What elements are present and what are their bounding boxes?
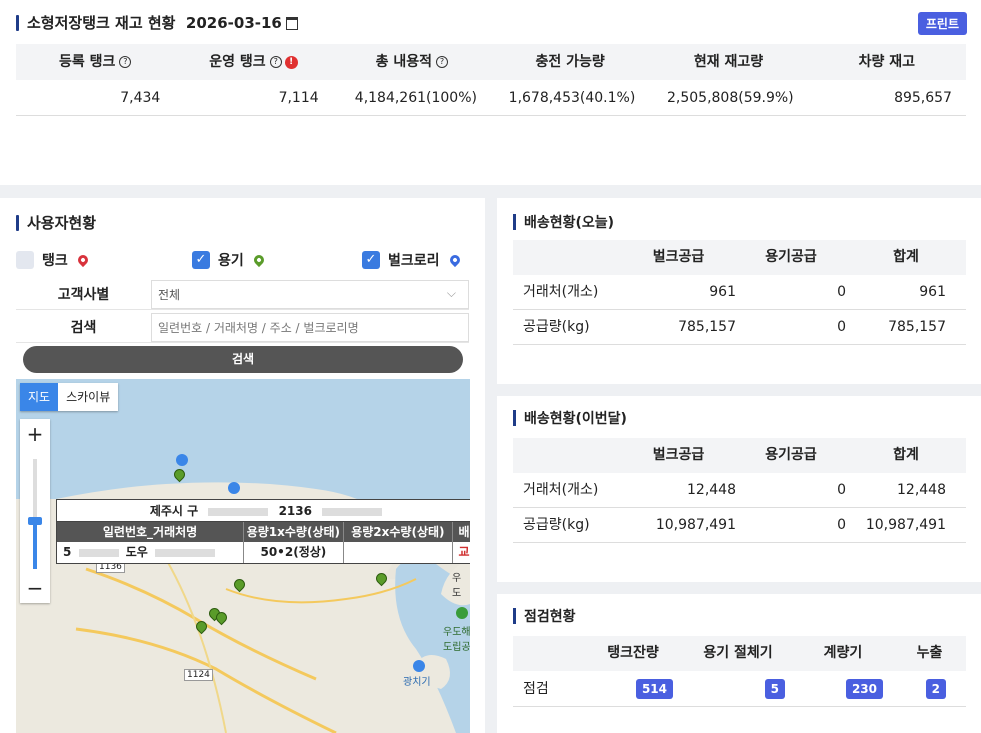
alert-icon[interactable]: ! — [284, 55, 298, 69]
layer-filters: 탱크 ✓ 용기 ✓ 벌크로리 — [16, 250, 466, 270]
delivery-month-title: 배송현황(이번달) — [513, 408, 627, 428]
table-row: 거래처(개소) 12,448 0 12,448 — [513, 473, 966, 508]
inspection-table: 탱크잔량 용기 절체기 계량기 누출 점검 514 5 230 2 — [513, 636, 966, 707]
green-pin-icon — [251, 252, 266, 268]
user-status-title: 사용자현황 — [16, 212, 96, 233]
inspection-panel: 점검현황 탱크잔량 용기 절체기 계량기 누출 점검 514 5 230 2 — [497, 594, 981, 733]
table-row: 점검 514 5 230 2 — [513, 671, 966, 707]
fillable-amount: 1,678,453(40.1%) — [508, 90, 636, 106]
operating-tanks: 7,114 — [278, 90, 319, 106]
inspection-title: 점검현황 — [513, 606, 576, 626]
road-label: 1124 — [184, 669, 213, 681]
customer-select[interactable]: 전체 ⌵ — [151, 280, 469, 309]
table-row: 공급량(kg) 785,157 0 785,157 — [513, 310, 966, 345]
delivery-today-table: 벌크공급 용기공급 합계 거래처(개소) 961 0 961 공급량(kg) 7… — [513, 240, 966, 345]
vehicle-stock: 895,657 — [894, 90, 952, 106]
tank-checkbox[interactable] — [16, 251, 34, 269]
search-row: 검색 일련번호 / 거래처명 / 주소 / 벌크로리명 — [16, 313, 469, 343]
map-view[interactable]: 1136 1124 우도 우도해 도립공 광치기 제주시 구 2136 일련번호… — [16, 379, 470, 733]
table-row: 공급량(kg) 10,987,491 0 10,987,491 — [513, 508, 966, 543]
zoom-out-button[interactable]: − — [20, 573, 50, 603]
current-stock: 2,505,808(59.9%) — [666, 90, 794, 106]
map-info-popup: 제주시 구 2136 일련번호_거래처명 용량1x수량(상태) 용량2x수량(상… — [56, 499, 470, 564]
delivery-today-panel: 배송현황(오늘) 벌크공급 용기공급 합계 거래처(개소) 961 0 961 … — [497, 198, 981, 384]
help-icon[interactable]: ? — [269, 56, 282, 68]
place-label: 우도 — [452, 573, 462, 599]
zoom-slider-handle[interactable] — [28, 517, 42, 525]
delivery-today-title: 배송현황(오늘) — [513, 212, 614, 232]
blue-pin-icon — [447, 252, 462, 268]
table-row: 거래처(개소) 961 0 961 — [513, 275, 966, 310]
summary-date: 2026-03-16 — [185, 13, 282, 32]
bulk-lorry-checkbox[interactable]: ✓ — [362, 251, 380, 269]
filter-tank[interactable]: 탱크 — [16, 250, 192, 270]
filter-cylinder[interactable]: ✓ 용기 — [192, 250, 362, 270]
map-type-map[interactable]: 지도 — [20, 383, 59, 411]
registered-tanks: 7,434 — [120, 90, 161, 106]
search-button[interactable]: 검색 — [23, 346, 463, 373]
summary-values: 7,434 7,114 4,184,261(100%) 1,678,453(40… — [16, 80, 966, 116]
calendar-icon[interactable] — [285, 17, 298, 30]
search-input[interactable]: 일련번호 / 거래처명 / 주소 / 벌크로리명 — [151, 313, 469, 342]
customer-row: 고객사별 전체 ⌵ — [16, 280, 469, 310]
print-button[interactable]: 프린트 — [917, 12, 967, 35]
meter-badge[interactable]: 230 — [845, 679, 883, 699]
cylinder-checkbox[interactable]: ✓ — [192, 251, 210, 269]
place-label: 광치기 — [403, 677, 431, 688]
summary-title: 소형저장탱크 재고 현황 2026-03-16 — [16, 12, 298, 33]
chevron-down-icon: ⌵ — [446, 286, 456, 300]
zoom-control: + − — [20, 419, 50, 603]
summary-panel: 소형저장탱크 재고 현황 2026-03-16 프린트 등록 탱크? 운영 탱크… — [0, 0, 981, 185]
red-pin-icon — [75, 252, 90, 268]
help-icon[interactable]: ? — [436, 56, 449, 68]
zoom-in-button[interactable]: + — [20, 419, 50, 449]
popup-header: 제주시 구 2136 — [57, 500, 470, 522]
map-type-skyview[interactable]: 스카이뷰 — [58, 383, 118, 411]
delivery-month-panel: 배송현황(이번달) 벌크공급 용기공급 합계 거래처(개소) 12,448 0 … — [497, 396, 981, 582]
tank-level-badge[interactable]: 514 — [635, 679, 673, 699]
popup-row: 5 도우 50•2(정상) 교 — [57, 542, 470, 563]
summary-header: 등록 탱크? 운영 탱크?! 총 내용적? 충전 가능량 현재 재고량 차량 재… — [16, 44, 966, 80]
switcher-badge[interactable]: 5 — [764, 679, 785, 699]
delivery-month-table: 벌크공급 용기공급 합계 거래처(개소) 12,448 0 12,448 공급량… — [513, 438, 966, 543]
popup-columns: 일련번호_거래처명 용량1x수량(상태) 용량2x수량(상태) 배 — [57, 522, 470, 542]
map-type-control: 지도 스카이뷰 — [20, 383, 119, 411]
help-icon[interactable]: ? — [119, 56, 132, 68]
total-capacity: 4,184,261(100%) — [354, 90, 477, 106]
place-label: 우도해 도립공 — [443, 627, 470, 653]
leak-badge[interactable]: 2 — [925, 679, 946, 699]
filter-bulk-lorry[interactable]: ✓ 벌크로리 — [362, 250, 462, 270]
